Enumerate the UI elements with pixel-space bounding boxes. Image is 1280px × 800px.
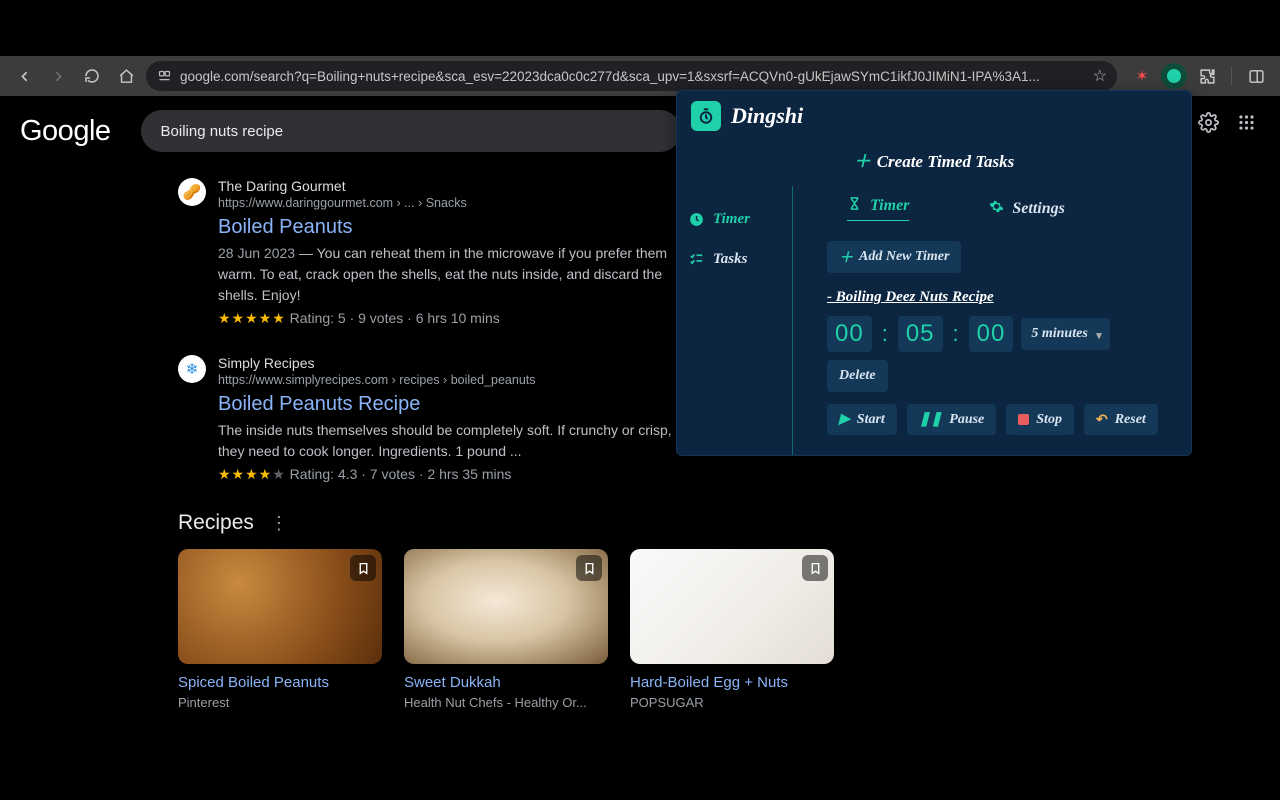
time-separator: : [880, 321, 890, 347]
extensions-puzzle-icon[interactable] [1193, 62, 1221, 90]
reset-button[interactable]: ↶ Reset [1084, 404, 1158, 435]
recipe-thumbnail [178, 549, 382, 664]
panel-icon[interactable] [1242, 62, 1270, 90]
create-timed-tasks-button[interactable]: ＋Create Timed Tasks [677, 141, 1191, 186]
dingshi-extension-icon[interactable] [1161, 63, 1187, 89]
gear-icon [989, 199, 1004, 219]
address-url: google.com/search?q=Boiling+nuts+recipe&… [180, 69, 1081, 84]
settings-gear-icon[interactable] [1196, 110, 1220, 134]
result-rating-line: ★★★★★ Rating: 5 · 9 votes · 6 hrs 10 min… [218, 310, 700, 327]
plus-icon: ＋ [854, 152, 871, 171]
favicon: 🥜 [178, 178, 206, 206]
tab-timer[interactable]: Timer [847, 196, 909, 221]
sidebar-item-timer[interactable]: Timer [687, 210, 782, 228]
result-title-link[interactable]: Boiled Peanuts Recipe [218, 393, 700, 416]
address-bar[interactable]: google.com/search?q=Boiling+nuts+recipe&… [146, 61, 1117, 91]
recipes-heading-row: Recipes ⋮ [178, 511, 700, 535]
delete-timer-button[interactable]: Delete [827, 360, 888, 392]
timer-task-title[interactable]: - Boiling Deez Nuts Recipe [827, 289, 1171, 306]
extension-icon-1[interactable]: ✶ [1129, 63, 1155, 89]
toolbar-divider [1231, 66, 1232, 86]
result-site-name: The Daring Gourmet [218, 178, 676, 194]
recipe-card-title[interactable]: Hard-Boiled Egg + Nuts [630, 674, 834, 691]
google-apps-icon[interactable] [1234, 110, 1258, 134]
tasks-icon [687, 250, 705, 268]
forward-button[interactable] [44, 62, 72, 90]
chevron-down-icon: ▾ [1096, 329, 1102, 342]
dingshi-tabs: Timer Settings [827, 190, 1171, 231]
timer-row: 00 : 05 : 00 5 minutes ▾ Delete [827, 316, 1171, 392]
result-url-breadcrumb: https://www.daringgourmet.com › ... › Sn… [218, 196, 676, 210]
search-value: Boiling nuts recipe [161, 123, 284, 140]
stop-icon [1018, 414, 1029, 425]
time-separator: : [951, 321, 961, 347]
plus-icon: ＋ [839, 247, 853, 267]
stop-button[interactable]: Stop [1006, 404, 1074, 435]
start-button[interactable]: ▶ Start [827, 404, 897, 435]
home-button[interactable] [112, 62, 140, 90]
pause-icon: ❚❚ [919, 411, 942, 428]
sidebar-item-tasks[interactable]: Tasks [687, 250, 782, 268]
search-results: 🥜 The Daring Gourmet https://www.daringg… [0, 160, 700, 710]
search-result: 🥜 The Daring Gourmet https://www.daringg… [178, 178, 700, 327]
google-search-input[interactable]: Boiling nuts recipe [141, 110, 681, 152]
timer-seconds[interactable]: 00 [969, 316, 1014, 352]
result-title-link[interactable]: Boiled Peanuts [218, 216, 700, 239]
recipe-thumbnail [404, 549, 608, 664]
preset-duration-select[interactable]: 5 minutes ▾ [1021, 318, 1109, 350]
recipe-card[interactable]: Hard-Boiled Egg + Nuts POPSUGAR [630, 549, 834, 710]
rating-stars: ★★★★★ [218, 310, 286, 326]
hourglass-icon [847, 196, 862, 216]
dingshi-popup: Dingshi ＋Create Timed Tasks Timer Tasks [676, 90, 1192, 456]
recipe-cards: Spiced Boiled Peanuts Pinterest Sweet Du… [178, 549, 700, 710]
site-info-icon[interactable] [156, 68, 172, 84]
clock-icon [687, 210, 705, 228]
dingshi-sidebar: Timer Tasks [677, 186, 793, 455]
recipe-card-source: Health Nut Chefs - Healthy Or... [404, 695, 608, 710]
timer-minutes[interactable]: 05 [898, 316, 943, 352]
recipes-more-icon[interactable]: ⋮ [270, 514, 288, 532]
dingshi-main: Timer Settings ＋ Add New Timer - Boiling… [793, 186, 1191, 455]
recipes-heading: Recipes [178, 511, 254, 535]
reset-icon: ↶ [1096, 411, 1108, 428]
bookmark-icon[interactable] [350, 555, 376, 581]
result-url-breadcrumb: https://www.simplyrecipes.com › recipes … [218, 373, 676, 387]
rating-stars: ★★★★★ [218, 466, 286, 482]
dingshi-header: Dingshi [677, 91, 1191, 141]
result-snippet: The inside nuts themselves should be com… [218, 420, 700, 462]
dingshi-logo-icon [691, 101, 721, 131]
google-logo[interactable]: Google [20, 115, 111, 148]
bookmark-icon[interactable] [576, 555, 602, 581]
recipe-card-title[interactable]: Sweet Dukkah [404, 674, 608, 691]
recipe-card-source: POPSUGAR [630, 695, 834, 710]
recipe-card-source: Pinterest [178, 695, 382, 710]
recipe-card[interactable]: Spiced Boiled Peanuts Pinterest [178, 549, 382, 710]
recipe-thumbnail [630, 549, 834, 664]
result-snippet: 28 Jun 2023 — You can reheat them in the… [218, 243, 700, 306]
timer-hours[interactable]: 00 [827, 316, 872, 352]
search-result: ❄ Simply Recipes https://www.simplyrecip… [178, 355, 700, 483]
recipe-card-title[interactable]: Spiced Boiled Peanuts [178, 674, 382, 691]
bookmark-icon[interactable] [802, 555, 828, 581]
back-button[interactable] [10, 62, 38, 90]
chrome-top-spacer [0, 0, 1280, 56]
add-new-timer-button[interactable]: ＋ Add New Timer [827, 241, 961, 273]
result-rating-line: ★★★★★ Rating: 4.3 · 7 votes · 2 hrs 35 m… [218, 466, 700, 483]
favicon: ❄ [178, 355, 206, 383]
recipe-card[interactable]: Sweet Dukkah Health Nut Chefs - Healthy … [404, 549, 608, 710]
extension-cluster: ✶ [1129, 62, 1270, 90]
pause-button[interactable]: ❚❚ Pause [907, 404, 996, 435]
dingshi-app-title: Dingshi [731, 103, 803, 129]
play-icon: ▶ [839, 411, 850, 428]
result-site-name: Simply Recipes [218, 355, 676, 371]
tab-settings[interactable]: Settings [989, 196, 1064, 221]
reload-button[interactable] [78, 62, 106, 90]
bookmark-star-icon[interactable]: ☆ [1093, 66, 1107, 86]
timer-controls: ▶ Start ❚❚ Pause Stop ↶ Reset [827, 404, 1171, 435]
